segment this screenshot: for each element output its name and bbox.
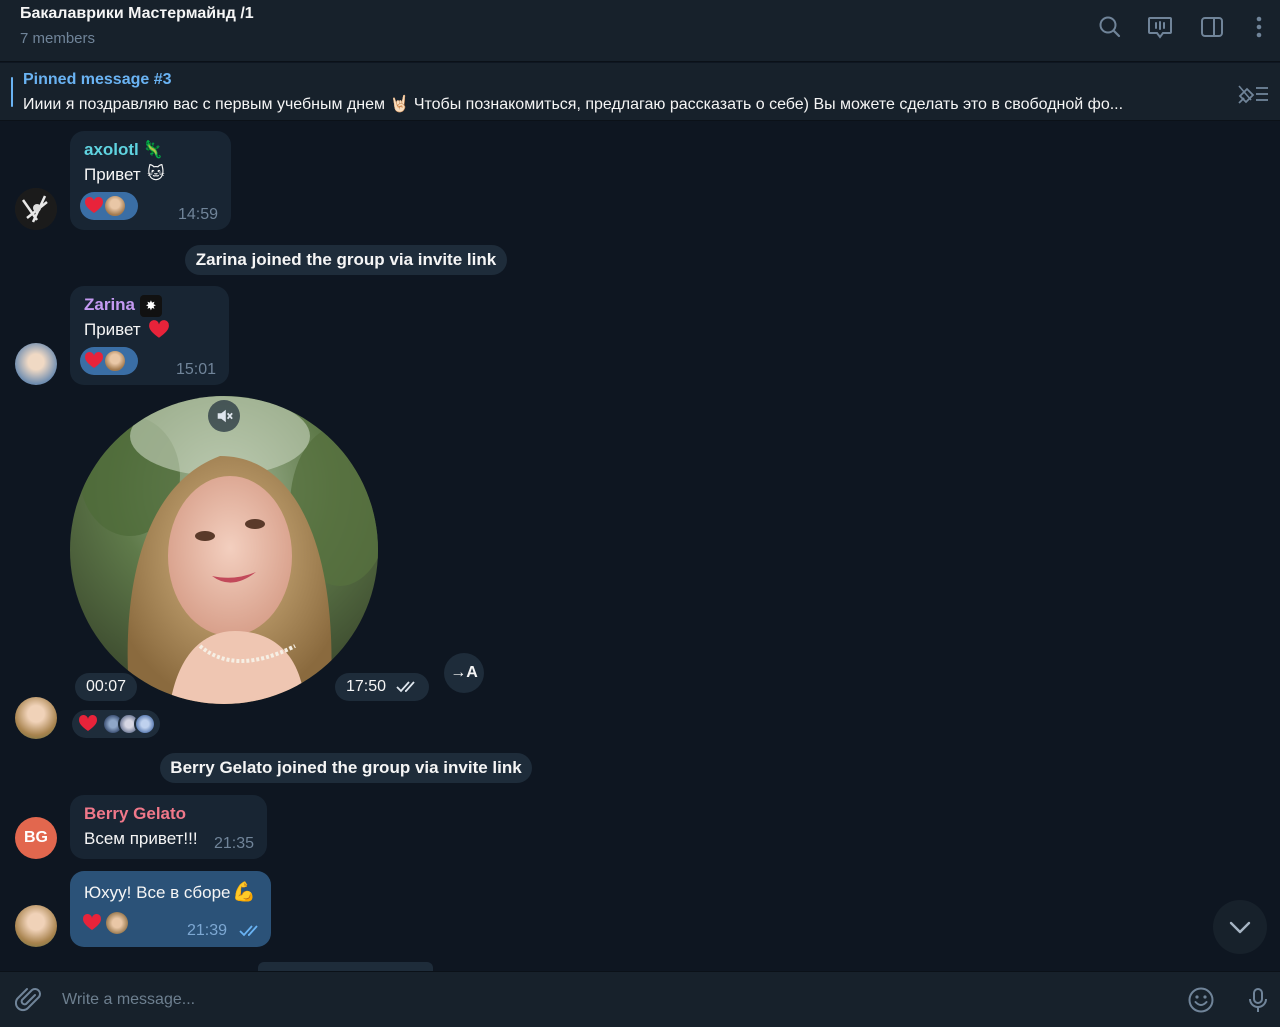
- chevron-down-icon: [1229, 921, 1251, 934]
- avatar-video-sender[interactable]: [15, 697, 57, 739]
- avatar-axolotl[interactable]: [15, 188, 57, 230]
- reactor-avatar: [134, 713, 156, 735]
- double-check-icon: [396, 681, 415, 693]
- chat-title[interactable]: Бакалаврики Мастермайнд /1: [20, 5, 254, 23]
- avatar-self[interactable]: [15, 905, 57, 947]
- pin-list-icon[interactable]: [1236, 80, 1270, 106]
- message-bubble[interactable]: Юхуу! Все в сборе 💪 21:39: [70, 871, 271, 947]
- message-bubble[interactable]: Berry Gelato Всем привет!!! 21:35: [70, 795, 267, 859]
- heart-reaction-icon: [84, 351, 104, 368]
- pinned-title: Pinned message #3: [23, 71, 172, 88]
- emoji-icon[interactable]: [1187, 986, 1215, 1014]
- message-time: 21:35: [214, 835, 255, 852]
- microphone-icon[interactable]: [1244, 986, 1272, 1014]
- double-check-icon: [239, 925, 258, 937]
- message-time: 17:50: [346, 678, 387, 695]
- video-time-badge: 17:50: [335, 673, 429, 701]
- message-time: 15:01: [176, 361, 217, 378]
- message-text: Всем привет!!!: [84, 829, 198, 848]
- video-message[interactable]: [70, 396, 378, 704]
- reactor-avatar: [103, 194, 127, 218]
- attach-icon[interactable]: [14, 986, 43, 1014]
- message-time: 14:59: [178, 206, 219, 223]
- sparkle-emoji-icon: ✸: [140, 295, 162, 317]
- heart-reaction-icon: [84, 196, 104, 213]
- message-time: 21:39: [187, 922, 228, 939]
- more-icon[interactable]: [1246, 14, 1272, 40]
- pinned-indicator: [11, 77, 13, 107]
- message-composer: [0, 971, 1280, 1027]
- reaction-chip[interactable]: [82, 909, 128, 937]
- search-icon[interactable]: [1097, 14, 1123, 40]
- scroll-down-button[interactable]: [1213, 900, 1267, 954]
- message-text: Привет: [84, 165, 141, 184]
- reaction-chip[interactable]: [72, 710, 160, 738]
- translate-button[interactable]: →A: [444, 653, 484, 693]
- service-message: Zarina joined the group via invite link: [185, 245, 507, 275]
- member-count[interactable]: 7 members: [20, 30, 95, 47]
- reaction-chip[interactable]: [80, 347, 138, 375]
- sidebar-toggle-icon[interactable]: [1199, 14, 1225, 40]
- heart-reaction-icon: [82, 913, 102, 930]
- message-bubble[interactable]: Zarina ✸ Привет 15:01: [70, 286, 229, 385]
- message-input[interactable]: [62, 986, 1162, 1014]
- reaction-chip[interactable]: [80, 192, 138, 220]
- sender-name[interactable]: Zarina: [84, 295, 135, 315]
- message-text: Привет: [84, 320, 141, 339]
- reactor-avatar: [103, 349, 127, 373]
- message-bubble[interactable]: axolotl 🦎 Привет 🐱 14:59: [70, 131, 231, 230]
- video-chat-icon[interactable]: [1147, 14, 1173, 40]
- reactor-avatar: [106, 912, 128, 934]
- avatar-zarina[interactable]: [15, 343, 57, 385]
- cat-sticker-icon: 🐱: [147, 164, 165, 183]
- heart-reaction-icon: [78, 714, 98, 731]
- service-message: Berry Gelato joined the group via invite…: [160, 753, 532, 783]
- pinned-text: Ииии я поздравляю вас с первым учебным д…: [23, 96, 1124, 113]
- avatar-berry-gelato[interactable]: BG: [15, 817, 57, 859]
- heart-emoji-icon: [149, 320, 169, 338]
- message-text: Юхуу! Все в сборе: [84, 883, 231, 902]
- video-duration: 00:07: [75, 673, 137, 701]
- chat-header: Бакалаврики Мастермайнд /1 7 members: [0, 0, 1280, 62]
- flexed-biceps-icon: 💪: [232, 882, 256, 903]
- mute-icon[interactable]: [208, 400, 240, 432]
- pinned-message-bar[interactable]: Pinned message #3 Ииии я поздравляю вас …: [0, 63, 1280, 121]
- sender-name[interactable]: Berry Gelato: [84, 804, 186, 824]
- sender-name[interactable]: axolotl: [84, 140, 139, 160]
- axolotl-emoji-icon: 🦎: [142, 140, 164, 159]
